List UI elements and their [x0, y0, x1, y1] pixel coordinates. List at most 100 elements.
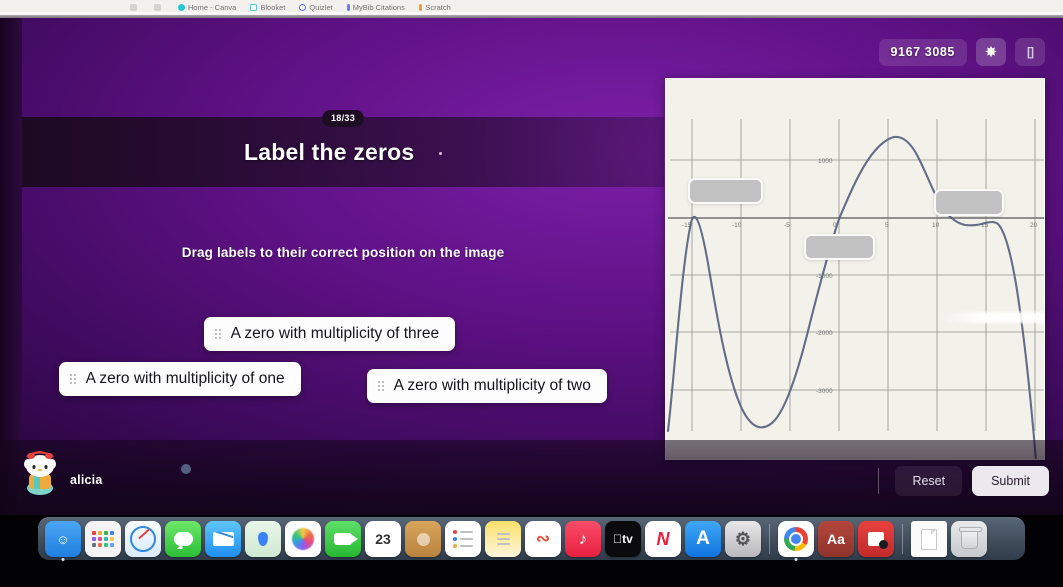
dock-icon-contacts[interactable] [405, 521, 441, 557]
drag-handle-icon[interactable] [215, 329, 221, 339]
hud-bar: 9167 3085 ✸ [] [878, 38, 1045, 66]
avatar [24, 451, 56, 495]
svg-text:-5: -5 [784, 222, 790, 229]
bookmark-label: Home - Canva [188, 3, 237, 12]
settings-button[interactable]: ✸ [976, 38, 1006, 66]
dock-icon-dictionary[interactable]: Aa [818, 521, 854, 557]
dock-icon-app-store[interactable]: A [685, 521, 721, 557]
footer-divider [877, 468, 880, 494]
drag-handle-icon[interactable] [378, 381, 384, 391]
reset-button[interactable]: Reset [895, 466, 963, 496]
svg-text:5: 5 [885, 222, 889, 229]
app-store-icon: A [696, 528, 710, 549]
compass-icon [130, 526, 156, 552]
dock-icon-facetime[interactable] [325, 521, 361, 557]
drag-label-multiplicity-one[interactable]: A zero with multiplicity of one [59, 362, 301, 396]
dock-divider [902, 524, 903, 554]
drag-label-multiplicity-three[interactable]: A zero with multiplicity of three [204, 317, 456, 351]
bookmark-favicon-icon [130, 4, 137, 11]
document-icon [921, 528, 937, 550]
svg-text:1000: 1000 [818, 158, 833, 165]
bookmark-item[interactable] [154, 4, 164, 11]
gear-icon: ✸ [984, 43, 998, 61]
dock-icon-calendar[interactable]: 23 [365, 521, 401, 557]
bookmark-label: Scratch [425, 3, 451, 12]
drag-instruction: Drag labels to their correct position on… [181, 245, 505, 260]
checklist-icon [453, 530, 473, 548]
svg-text:-2000: -2000 [816, 330, 833, 337]
svg-text:-10: -10 [732, 222, 742, 229]
dock-icon-reminders[interactable] [445, 521, 481, 557]
presentation-icon [868, 532, 888, 549]
dock-icon-document[interactable] [911, 521, 947, 557]
dock-icon-news[interactable]: N [645, 521, 681, 557]
music-note-icon: ♪ [578, 529, 588, 548]
drag-label-text: A zero with multiplicity of two [393, 377, 591, 394]
polynomial-graph-svg: -15 -10 -5 0 5 10 15 20 1000 -1000 -2000… [666, 79, 1044, 459]
dock-icon-freeform[interactable]: ∾ [525, 521, 561, 557]
bookmark-item-blooket[interactable]: Blooket [250, 3, 285, 12]
bookmark-favicon-icon [154, 4, 161, 11]
dock-icon-messages[interactable] [165, 521, 201, 557]
scratch-icon [418, 4, 423, 11]
footer-bar: alicia Reset Submit [0, 440, 1063, 523]
bookmark-item-mybib[interactable]: MyBib Citations [346, 3, 405, 12]
desktop-dock-area: ☺ 23 ∾ ♪ tv N A ⚙ Aa [0, 515, 1063, 587]
drop-zone-right[interactable] [934, 189, 1004, 216]
dock-running-dot [794, 558, 798, 561]
drop-zone-middle[interactable] [804, 234, 875, 260]
news-icon: N [656, 528, 670, 549]
drop-zone-left[interactable] [688, 178, 763, 204]
squiggle-icon: ∾ [535, 529, 551, 548]
dock-icon-apple-tv[interactable]: tv [605, 521, 641, 557]
dock-icon-chrome[interactable] [778, 521, 814, 561]
gear-icon: ⚙ [734, 528, 752, 549]
dock-icon-safari[interactable] [125, 521, 161, 557]
dock-icon-system-settings[interactable]: ⚙ [725, 521, 761, 557]
question-title-text: Label the zeros [243, 138, 415, 165]
bookmark-item-scratch[interactable]: Scratch [418, 3, 451, 12]
username-label: alicia [70, 473, 103, 487]
mybib-icon [346, 4, 350, 11]
calendar-day-number: 23 [375, 531, 391, 547]
notepad-icon [496, 533, 510, 545]
bookmark-item-canva[interactable]: Home - Canva [178, 3, 236, 12]
trash-icon [958, 527, 982, 549]
person-icon [416, 532, 430, 546]
bookmark-label: MyBib Citations [352, 3, 405, 12]
drag-label-text: A zero with multiplicity of one [85, 370, 285, 387]
svg-text:20: 20 [1030, 222, 1038, 229]
drag-handle-icon[interactable] [70, 374, 76, 384]
dock-icon-launchpad[interactable] [85, 521, 121, 557]
pinwheel-icon [292, 528, 314, 550]
question-panel: Label the zeros 18/33 Drag labels to the… [22, 100, 664, 474]
macos-dock: ☺ 23 ∾ ♪ tv N A ⚙ Aa [38, 517, 1025, 561]
bookmark-item[interactable] [130, 4, 140, 11]
bookmark-item-quizlet[interactable]: Quizlet [299, 3, 333, 12]
dock-icon-mail[interactable] [205, 521, 241, 557]
footer-actions: Reset Submit [877, 466, 1049, 496]
dock-icon-finder[interactable]: ☺ [45, 521, 81, 561]
apple-tv-wordmark: tv [613, 532, 633, 546]
drag-label-multiplicity-two[interactable]: A zero with multiplicity of two [367, 369, 607, 403]
dock-running-dot [61, 558, 65, 561]
canva-icon [178, 4, 185, 11]
bookmark-label: Quizlet [309, 3, 333, 12]
video-camera-icon [334, 533, 358, 545]
dock-icon-keynote[interactable] [858, 521, 894, 557]
progress-badge: 18/33 [321, 110, 365, 127]
dock-icon-maps[interactable] [245, 521, 281, 557]
dock-icon-trash[interactable] [951, 521, 987, 557]
page-title: Label the zeros [243, 138, 443, 166]
blooket-icon [250, 4, 258, 11]
submit-button[interactable]: Submit [972, 466, 1049, 496]
screen-root: Home - Canva Blooket Quizlet MyBib Citat… [0, 0, 1063, 587]
graph-image[interactable]: -15 -10 -5 0 5 10 15 20 1000 -1000 -2000… [665, 78, 1045, 460]
fullscreen-button[interactable]: [] [1015, 38, 1045, 66]
dock-icon-notes[interactable] [485, 521, 521, 557]
envelope-icon [212, 532, 234, 546]
svg-text:10: 10 [932, 222, 940, 229]
dock-icon-music[interactable]: ♪ [565, 521, 601, 557]
speech-bubble-icon [173, 532, 193, 546]
dock-icon-photos[interactable] [285, 521, 321, 557]
